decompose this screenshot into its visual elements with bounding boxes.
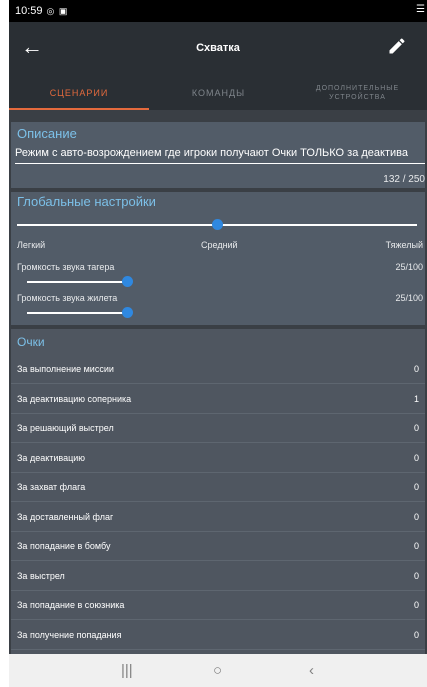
points-row-label: За деактивацию [17, 452, 86, 463]
points-row-value[interactable]: 0 [414, 600, 419, 610]
app-bar: ← Схватка [9, 22, 427, 76]
tab-teams[interactable]: КОМАНДЫ [149, 76, 288, 110]
difficulty-high-label: Тяжелый [385, 240, 423, 250]
points-row[interactable]: За решающий выстрел 0 [11, 414, 425, 443]
difficulty-low-label: Легкий [17, 240, 46, 250]
wifi-battery-icon: ☰ [416, 4, 425, 15]
points-row[interactable]: За получение попадания 0 [11, 621, 425, 650]
description-underline [15, 163, 425, 164]
tagger-volume-track[interactable] [27, 281, 123, 283]
difficulty-mid-label: Средний [201, 240, 238, 250]
description-input[interactable]: Режим с авто-возрождением где игроки пол… [15, 147, 425, 159]
vest-volume-label: Громкость звука жилета [17, 293, 118, 303]
vest-volume-value: 25/100 [395, 293, 423, 303]
points-row[interactable]: За доставленный флаг 0 [11, 503, 425, 532]
points-row-value[interactable]: 1 [414, 394, 419, 404]
points-row-value[interactable]: 0 [414, 423, 419, 433]
points-panel: Очки За выполнение миссии 0 За деактивацию… [11, 329, 425, 654]
points-row[interactable]: За деактивацию 0 [11, 444, 425, 473]
tagger-volume-thumb[interactable] [122, 276, 133, 287]
tagger-volume-label: Громкость звука тагера [17, 262, 115, 272]
tagger-volume-value: 25/100 [395, 262, 423, 272]
points-row-label: За попадание в бомбу [17, 541, 111, 551]
points-row-label: За захват флага [17, 482, 86, 492]
points-row[interactable]: За попадание в бомбу 0 [11, 532, 425, 561]
points-row[interactable]: За попадание в союзника 0 [11, 591, 425, 620]
points-row[interactable]: За деактивацию соперника 1 [11, 385, 425, 414]
back-button[interactable]: ‹ [309, 662, 314, 679]
device-screen: 10:59 ◎ ▣ ☰ ← Схватка СЦЕНАРИИ КОМАНДЫ Д… [9, 0, 427, 687]
points-row-label: За решающий выстрел [17, 423, 114, 433]
description-counter: 132 / 250 [383, 174, 425, 185]
points-row-label: За получение попадания [17, 629, 122, 640]
points-row-value[interactable]: 0 [414, 571, 419, 581]
points-row-value[interactable]: 0 [414, 512, 419, 522]
status-bar: 10:59 ◎ ▣ ☰ [9, 0, 427, 22]
global-settings-title: Глобальные настройки [17, 194, 156, 209]
tab-scenarios[interactable]: СЦЕНАРИИ [9, 76, 149, 110]
vest-volume-thumb[interactable] [122, 307, 133, 318]
points-row-value[interactable]: 0 [414, 482, 419, 492]
points-row-label: За выполнение миссии [17, 364, 114, 374]
scenario-content: Описание Режим с авто-возрождением где и… [9, 110, 427, 654]
tab-bar: СЦЕНАРИИ КОМАНДЫ ДОПОЛНИТЕЛЬНЫЕ УСТРОЙСТ… [9, 76, 427, 110]
recents-button[interactable]: ||| [121, 662, 133, 679]
tab-extra-devices[interactable]: ДОПОЛНИТЕЛЬНЫЕ УСТРОЙСТВА [288, 76, 427, 110]
home-button[interactable]: ○ [213, 662, 222, 679]
difficulty-slider-thumb[interactable] [212, 219, 223, 230]
pencil-icon[interactable] [387, 36, 407, 56]
points-row[interactable]: За захват флага 0 [11, 473, 425, 502]
system-nav-bar: ||| ○ ‹ [9, 654, 427, 687]
description-title: Описание [17, 126, 77, 141]
points-row-value[interactable]: 0 [414, 541, 419, 551]
points-row[interactable]: За выполнение миссии 0 [11, 355, 425, 384]
points-row-label: За деактивацию соперника [17, 393, 132, 404]
points-row-value[interactable]: 0 [414, 364, 419, 374]
global-settings-panel: Глобальные настройки Легкий Средний Тяже… [11, 192, 425, 325]
page-title: Схватка [196, 42, 240, 54]
vest-volume-track[interactable] [27, 312, 123, 314]
status-time: 10:59 [15, 5, 43, 17]
points-row-label: За доставленный флаг [17, 511, 114, 522]
points-title: Очки [17, 335, 45, 349]
points-row[interactable]: За выстрел 0 [11, 562, 425, 591]
status-left-icons: ◎ ▣ [46, 5, 69, 16]
points-row-value[interactable]: 0 [414, 453, 419, 463]
points-row-label: За попадание в союзника [17, 600, 125, 610]
points-row-label: За выстрел [17, 570, 65, 581]
points-row-value[interactable]: 0 [414, 630, 419, 640]
